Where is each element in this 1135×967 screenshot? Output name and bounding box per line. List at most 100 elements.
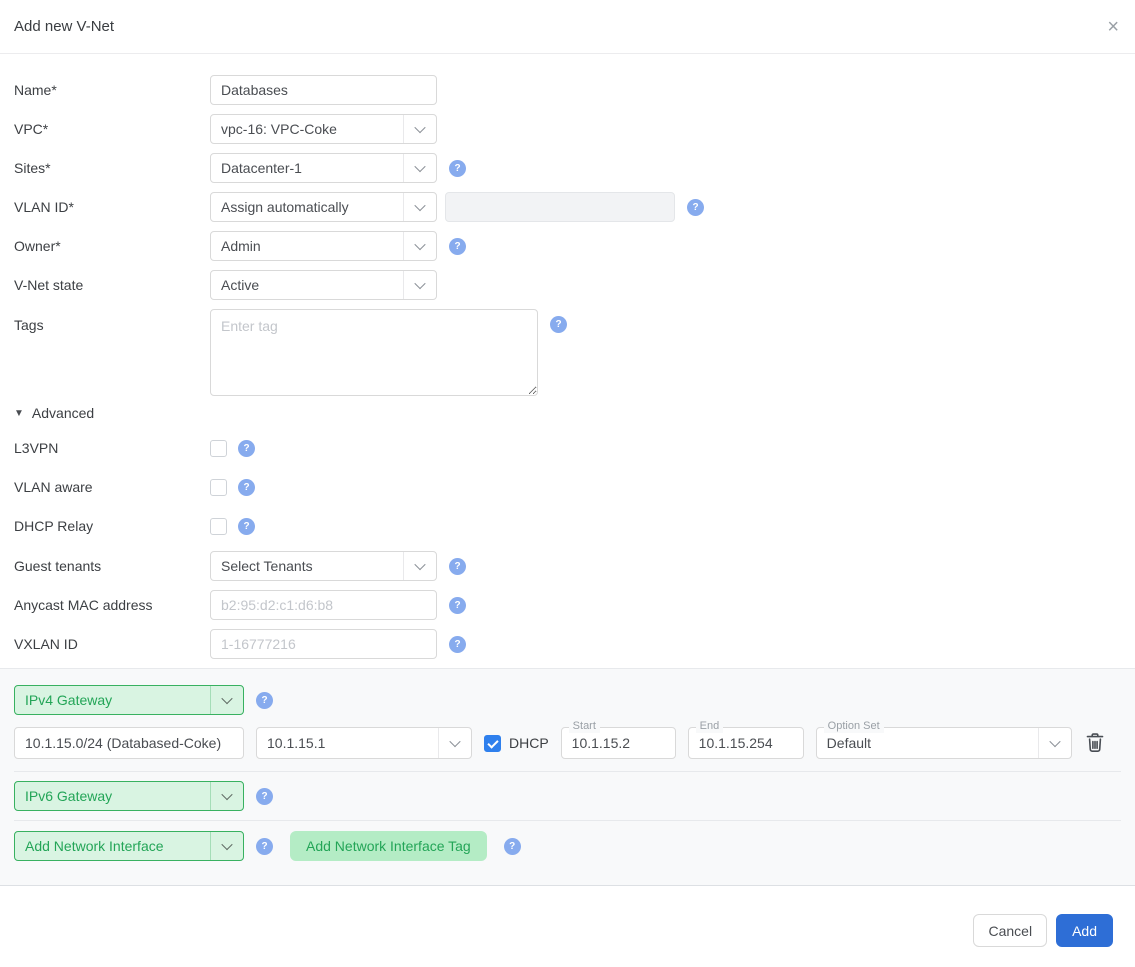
help-icon[interactable]: ? [449, 558, 466, 575]
tags-row: Tags ? [14, 309, 1121, 396]
sites-select-value: Datacenter-1 [211, 154, 403, 182]
vnet-state-row: V-Net state Active [14, 270, 1121, 300]
ipv4-gateway-ip-select[interactable]: 10.1.15.1 [256, 727, 472, 759]
add-network-interface-select-value: Add Network Interface [15, 832, 210, 860]
vlan-id-row: VLAN ID* Assign automatically ? [14, 192, 1121, 222]
vpc-row: VPC* vpc-16: VPC-Coke [14, 114, 1121, 144]
add-network-interface-row: Add Network Interface ? Add Network Inte… [14, 821, 1121, 861]
vxlan-id-input[interactable] [210, 629, 437, 659]
help-icon[interactable]: ? [238, 440, 255, 457]
ipv6-gateway-row: IPv6 Gateway ? [14, 772, 1121, 821]
tags-input[interactable] [210, 309, 538, 396]
vnet-state-select[interactable]: Active [210, 270, 437, 300]
ipv6-gateway-select-value: IPv6 Gateway [15, 782, 210, 810]
advanced-toggle-label: Advanced [32, 405, 94, 421]
sites-row: Sites* Datacenter-1 ? [14, 153, 1121, 183]
dhcp-end-label: End [696, 720, 724, 733]
delete-gateway-button[interactable] [1086, 733, 1104, 753]
advanced-toggle[interactable]: ▼ Advanced [14, 405, 1121, 421]
vnet-state-label: V-Net state [14, 277, 210, 293]
dhcp-relay-label: DHCP Relay [14, 518, 210, 534]
dhcp-label: DHCP [509, 735, 549, 751]
sites-select[interactable]: Datacenter-1 [210, 153, 437, 183]
guest-tenants-select-value: Select Tenants [211, 552, 403, 580]
add-network-interface-tag-button[interactable]: Add Network Interface Tag [290, 831, 487, 861]
guest-tenants-select[interactable]: Select Tenants [210, 551, 437, 581]
modal-body: Name* VPC* vpc-16: VPC-Coke Sites* Datac… [0, 54, 1135, 668]
help-icon[interactable]: ? [504, 838, 521, 855]
dhcp-start-field: Start [561, 727, 676, 759]
chevron-down-icon [1038, 728, 1071, 758]
ipv4-gateway-ip-value: 10.1.15.1 [257, 728, 438, 758]
l3vpn-label: L3VPN [14, 440, 210, 456]
gateway-section: IPv4 Gateway ? 10.1.15.1 DHCP Start End [0, 668, 1135, 886]
name-label: Name* [14, 82, 210, 98]
dhcp-end-field: End [688, 727, 804, 759]
guest-tenants-row: Guest tenants Select Tenants ? [14, 551, 1121, 581]
vnet-state-select-value: Active [211, 271, 403, 299]
chevron-down-icon [403, 115, 436, 143]
help-icon[interactable]: ? [449, 160, 466, 177]
chevron-down-icon [403, 193, 436, 221]
close-icon[interactable]: × [1107, 17, 1119, 37]
option-set-label: Option Set [824, 720, 884, 733]
help-icon[interactable]: ? [449, 636, 466, 653]
vpc-label: VPC* [14, 121, 210, 137]
help-icon[interactable]: ? [256, 838, 273, 855]
dhcp-start-label: Start [569, 720, 600, 733]
vlan-aware-label: VLAN aware [14, 479, 210, 495]
chevron-down-icon [210, 782, 243, 810]
help-icon[interactable]: ? [238, 479, 255, 496]
help-icon[interactable]: ? [256, 788, 273, 805]
chevron-down-icon [210, 686, 243, 714]
chevron-down-icon [403, 232, 436, 260]
vxlan-id-row: VXLAN ID ? [14, 629, 1121, 659]
name-row: Name* [14, 75, 1121, 105]
ipv4-gateway-row: IPv4 Gateway ? [14, 685, 1121, 715]
vxlan-id-label: VXLAN ID [14, 636, 210, 652]
vlan-id-select[interactable]: Assign automatically [210, 192, 437, 222]
vlan-id-label: VLAN ID* [14, 199, 210, 215]
dhcp-relay-row: DHCP Relay ? [14, 515, 1121, 537]
ipv4-gateway-select[interactable]: IPv4 Gateway [14, 685, 244, 715]
ipv6-gateway-select[interactable]: IPv6 Gateway [14, 781, 244, 811]
sites-label: Sites* [14, 160, 210, 176]
add-button[interactable]: Add [1056, 914, 1113, 947]
dhcp-toggle: DHCP [484, 735, 549, 752]
vlan-aware-checkbox[interactable] [210, 479, 227, 496]
owner-select[interactable]: Admin [210, 231, 437, 261]
help-icon[interactable]: ? [238, 518, 255, 535]
anycast-mac-row: Anycast MAC address ? [14, 590, 1121, 620]
anycast-mac-input[interactable] [210, 590, 437, 620]
chevron-down-icon [403, 552, 436, 580]
guest-tenants-label: Guest tenants [14, 558, 210, 574]
add-vnet-modal: Add new V-Net × Name* VPC* vpc-16: VPC-C… [0, 0, 1135, 967]
help-icon[interactable]: ? [449, 597, 466, 614]
dhcp-checkbox[interactable] [484, 735, 501, 752]
help-icon[interactable]: ? [256, 692, 273, 709]
name-input[interactable] [210, 75, 437, 105]
trash-icon [1086, 733, 1104, 753]
chevron-down-icon [438, 728, 471, 758]
dhcp-relay-checkbox[interactable] [210, 518, 227, 535]
owner-label: Owner* [14, 238, 210, 254]
owner-row: Owner* Admin ? [14, 231, 1121, 261]
help-icon[interactable]: ? [449, 238, 466, 255]
ipv4-gateway-detail-row: 10.1.15.1 DHCP Start End Option Set Defa… [14, 727, 1121, 772]
ipv4-subnet-input[interactable] [14, 727, 244, 759]
l3vpn-checkbox[interactable] [210, 440, 227, 457]
help-icon[interactable]: ? [687, 199, 704, 216]
owner-select-value: Admin [211, 232, 403, 260]
ipv4-gateway-select-value: IPv4 Gateway [15, 686, 210, 714]
l3vpn-row: L3VPN ? [14, 437, 1121, 459]
cancel-button[interactable]: Cancel [973, 914, 1047, 947]
add-network-interface-select[interactable]: Add Network Interface [14, 831, 244, 861]
help-icon[interactable]: ? [550, 316, 567, 333]
vlan-id-manual-input [445, 192, 675, 222]
chevron-down-icon [403, 154, 436, 182]
vlan-id-select-value: Assign automatically [211, 193, 403, 221]
tags-label: Tags [14, 309, 210, 333]
vpc-select-value: vpc-16: VPC-Coke [211, 115, 403, 143]
vpc-select[interactable]: vpc-16: VPC-Coke [210, 114, 437, 144]
option-set-field: Option Set Default [816, 727, 1072, 759]
